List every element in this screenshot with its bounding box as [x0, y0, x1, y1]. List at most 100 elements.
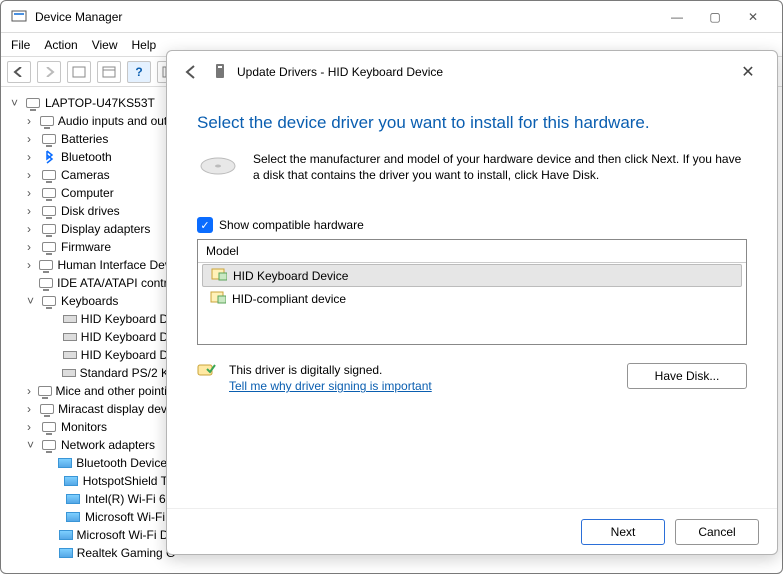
tree-node[interactable]: Standard PS/2 Keyboard — [5, 364, 175, 382]
tree-root[interactable]: ˅ LAPTOP-U47KS53T — [5, 94, 175, 112]
signing-link[interactable]: Tell me why driver signing is important — [229, 379, 615, 393]
menu-file[interactable]: File — [11, 38, 30, 52]
net-icon — [59, 545, 73, 561]
nav-fwd-button[interactable] — [37, 61, 61, 83]
tree-node-label: Firmware — [61, 240, 111, 254]
tree-node-label: Intel(R) Wi-Fi 6 — [85, 492, 166, 506]
menu-view[interactable]: View — [92, 38, 118, 52]
kb-icon — [63, 329, 77, 345]
chevron-right-icon[interactable]: › — [27, 240, 39, 254]
tree-node-label: Disk drives — [61, 204, 120, 218]
bluetooth-icon — [41, 149, 57, 165]
model-item-label: HID Keyboard Device — [233, 269, 348, 283]
driver-icon — [213, 63, 229, 82]
tree-node-label: Mice and other pointing devices — [56, 384, 176, 398]
model-item[interactable]: HID-compliant device — [202, 288, 742, 309]
tree-node[interactable]: Intel(R) Wi-Fi 6 — [5, 490, 175, 508]
tree-node[interactable]: › Bluetooth — [5, 148, 175, 166]
device-icon — [38, 383, 52, 399]
tree-node[interactable]: › Cameras — [5, 166, 175, 184]
dialog-close-button[interactable]: ✕ — [733, 62, 763, 82]
tree-node[interactable]: ›Miracast display devices — [5, 400, 175, 418]
tree-node[interactable]: Realtek Gaming GbE Family Controller — [5, 544, 175, 562]
dialog-headline: Select the device driver you want to ins… — [197, 113, 747, 133]
nav-back-button[interactable] — [7, 61, 31, 83]
chevron-right-icon[interactable]: › — [27, 204, 39, 218]
tree-node[interactable]: › Firmware — [5, 238, 175, 256]
device-icon — [41, 437, 57, 453]
device-icon — [41, 239, 57, 255]
dialog-body: Select the device driver you want to ins… — [167, 93, 777, 393]
chevron-right-icon[interactable]: › — [27, 402, 38, 416]
tree-node[interactable]: ›Batteries — [5, 130, 175, 148]
show-compatible-row[interactable]: ✓ Show compatible hardware — [197, 217, 747, 233]
computer-icon — [25, 95, 41, 111]
back-button[interactable] — [181, 65, 201, 79]
device-icon — [39, 275, 53, 291]
tree-root-label: LAPTOP-U47KS53T — [45, 96, 155, 110]
help-icon[interactable]: ? — [127, 61, 151, 83]
net-icon — [65, 491, 81, 507]
device-icon — [41, 167, 57, 183]
tree-node-label: Human Interface Devices — [57, 258, 175, 272]
tree-node[interactable]: HID Keyboard Device — [5, 328, 175, 346]
tree-node[interactable]: HID Keyboard Device — [5, 310, 175, 328]
app-icon — [11, 9, 27, 25]
chevron-right-icon[interactable]: › — [27, 150, 39, 164]
tree-node[interactable]: › Human Interface Devices — [5, 256, 175, 274]
tree-node[interactable]: › Mice and other pointing devices — [5, 382, 175, 400]
device-tree[interactable]: ˅ LAPTOP-U47KS53T › Audio inputs and outp… — [5, 90, 175, 567]
tb-icon-1[interactable] — [67, 61, 91, 83]
menu-action[interactable]: Action — [44, 38, 77, 52]
tree-node-label: HID Keyboard Device — [81, 312, 175, 326]
tree-node[interactable]: ›Monitors — [5, 418, 175, 436]
tree-node-label: Computer — [61, 186, 114, 200]
chevron-right-icon[interactable]: › — [27, 420, 39, 434]
chevron-right-icon[interactable]: › — [27, 258, 37, 272]
tree-node[interactable]: IDE ATA/ATAPI controllers — [5, 274, 175, 292]
chevron-right-icon[interactable]: › — [27, 168, 39, 182]
have-disk-button[interactable]: Have Disk... — [627, 363, 747, 389]
close-button[interactable]: ✕ — [734, 3, 772, 31]
maximize-button[interactable]: ▢ — [696, 3, 734, 31]
menu-help[interactable]: Help — [132, 38, 157, 52]
chevron-right-icon[interactable]: › — [27, 132, 39, 146]
kb-icon — [63, 311, 77, 327]
signed-text: This driver is digitally signed. — [229, 363, 615, 377]
tree-node-label: Cameras — [61, 168, 110, 182]
tree-node-label: HID Keyboard Device — [81, 348, 175, 362]
instruction-text: Select the manufacturer and model of you… — [253, 151, 747, 183]
model-listbox[interactable]: Model HID Keyboard DeviceHID-compliant d… — [197, 239, 747, 345]
dialog-footer: Next Cancel — [167, 508, 777, 554]
tree-node[interactable]: ˅Keyboards — [5, 292, 175, 310]
tree-node[interactable]: HotspotShield TAP — [5, 472, 175, 490]
chevron-down-icon[interactable]: ˅ — [27, 294, 39, 308]
device-icon — [40, 401, 54, 417]
tb-icon-2[interactable] — [97, 61, 121, 83]
next-button[interactable]: Next — [581, 519, 665, 545]
checkbox-checked-icon[interactable]: ✓ — [197, 217, 213, 233]
chevron-right-icon[interactable]: › — [27, 384, 36, 398]
tree-node[interactable]: › Disk drives — [5, 202, 175, 220]
tree-node[interactable]: ˅Network adapters — [5, 436, 175, 454]
disc-icon — [197, 151, 239, 181]
tree-node-label: Bluetooth — [61, 150, 112, 164]
tree-node[interactable]: Bluetooth Device (Personal Area Network) — [5, 454, 175, 472]
tree-node-label: HotspotShield TAP — [83, 474, 175, 488]
tree-node[interactable]: HID Keyboard Device — [5, 346, 175, 364]
tree-node[interactable]: ›Display adapters — [5, 220, 175, 238]
tree-node[interactable]: › Computer — [5, 184, 175, 202]
cancel-button[interactable]: Cancel — [675, 519, 759, 545]
tree-node[interactable]: Microsoft Wi-Fi Direct Virtual Adapter #… — [5, 526, 175, 544]
model-item[interactable]: HID Keyboard Device — [202, 264, 742, 287]
tree-node[interactable]: › Audio inputs and outputs — [5, 112, 175, 130]
tree-node[interactable]: Microsoft Wi-Fi — [5, 508, 175, 526]
minimize-button[interactable]: — — [658, 3, 696, 31]
chevron-down-icon[interactable]: ˅ — [27, 438, 39, 452]
tree-node-label: Audio inputs and outputs — [58, 114, 175, 128]
chevron-right-icon[interactable]: › — [27, 114, 38, 128]
model-item-label: HID-compliant device — [232, 292, 346, 306]
chevron-right-icon[interactable]: › — [27, 186, 39, 200]
chevron-right-icon[interactable]: › — [27, 222, 39, 236]
device-icon — [41, 293, 57, 309]
